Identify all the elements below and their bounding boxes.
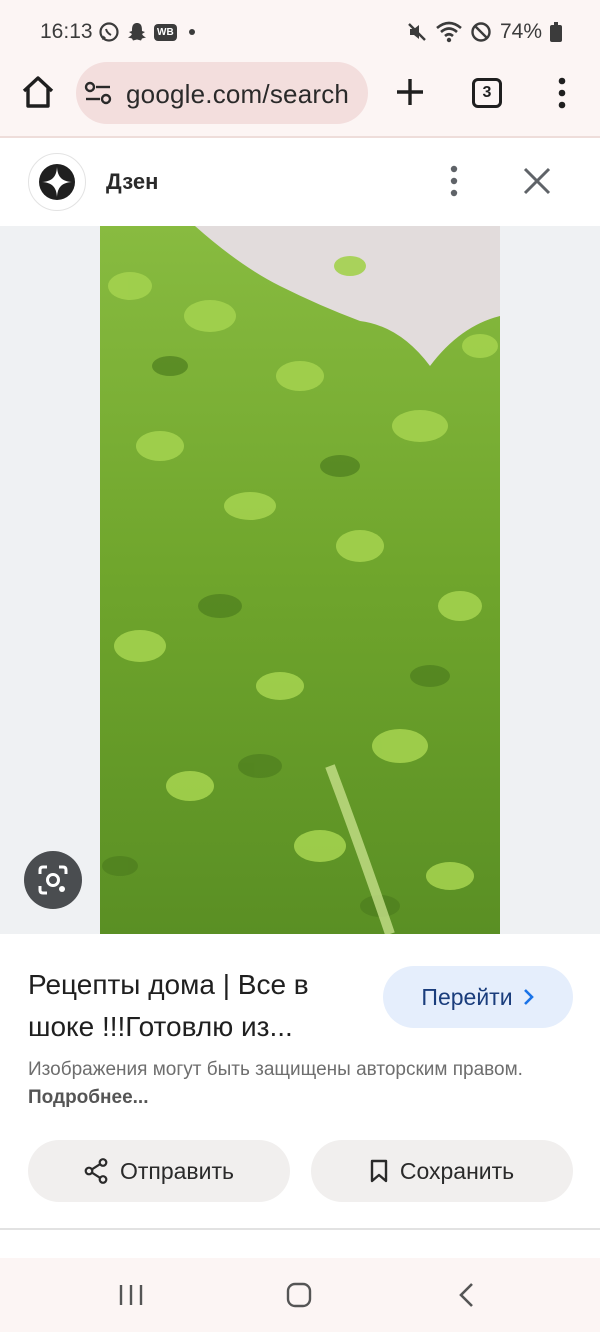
visit-button[interactable]: Перейти	[383, 966, 573, 1028]
result-title[interactable]: Рецепты дома | Все в шоке !!!Готовлю из.…	[28, 964, 368, 1048]
dzen-logo-icon	[39, 164, 75, 200]
share-icon	[84, 1158, 108, 1184]
close-icon[interactable]	[522, 166, 552, 196]
whatsapp-icon	[99, 22, 119, 42]
status-bar: 16:13 WB 74%	[0, 0, 600, 64]
image-preview-area	[0, 226, 600, 934]
result-image[interactable]	[100, 226, 500, 934]
status-right-icons: 74%	[406, 20, 562, 44]
browser-toolbar: google.com/search 3	[0, 60, 600, 136]
greens-photo	[100, 226, 500, 934]
visit-button-label: Перейти	[421, 983, 513, 1010]
share-button[interactable]: Отправить	[28, 1140, 290, 1202]
system-navigation-bar	[0, 1258, 600, 1332]
battery-icon	[550, 22, 562, 42]
chevron-right-icon	[523, 989, 534, 1005]
url-text[interactable]: google.com/search	[126, 79, 349, 110]
nav-home-icon[interactable]	[285, 1281, 313, 1309]
lens-icon	[38, 865, 68, 895]
source-name[interactable]: Дзен	[106, 169, 158, 195]
share-label: Отправить	[119, 1157, 235, 1184]
learn-more-link[interactable]: Подробнее...	[28, 1087, 148, 1108]
next-content-strip	[0, 1230, 600, 1260]
tab-switcher-button[interactable]: 3	[472, 78, 502, 108]
source-header: Дзен	[0, 138, 600, 226]
mute-icon	[408, 23, 426, 41]
copyright-notice: Изображения могут быть защищены авторски…	[28, 1056, 548, 1112]
snapchat-icon	[128, 23, 146, 41]
new-tab-icon[interactable]	[394, 76, 426, 108]
do-not-disturb-icon	[471, 22, 491, 42]
source-more-icon[interactable]	[444, 164, 464, 198]
bookmark-icon	[370, 1159, 388, 1183]
back-icon[interactable]	[457, 1281, 475, 1309]
home-icon[interactable]	[20, 74, 56, 110]
save-label: Сохранить	[399, 1157, 515, 1184]
save-button[interactable]: Сохранить	[311, 1140, 573, 1202]
battery-percent: 74%	[499, 20, 542, 43]
url-bar[interactable]: google.com/search	[76, 62, 368, 124]
more-menu-icon[interactable]	[552, 76, 572, 110]
recents-icon[interactable]	[118, 1282, 144, 1308]
status-time: 16:13	[40, 20, 93, 43]
site-settings-icon[interactable]	[84, 81, 112, 105]
status-left-icons: WB	[98, 21, 195, 43]
source-logo[interactable]	[28, 153, 86, 211]
wb-badge-icon: WB	[154, 23, 177, 41]
lens-search-button[interactable]	[24, 851, 82, 909]
notification-dot	[188, 29, 195, 35]
copyright-text: Изображения могут быть защищены авторски…	[28, 1059, 523, 1080]
wifi-icon	[436, 21, 462, 43]
image-result-sheet: Дзен Рецепты дома | Все в шоке !!!Готовл…	[0, 138, 600, 1230]
